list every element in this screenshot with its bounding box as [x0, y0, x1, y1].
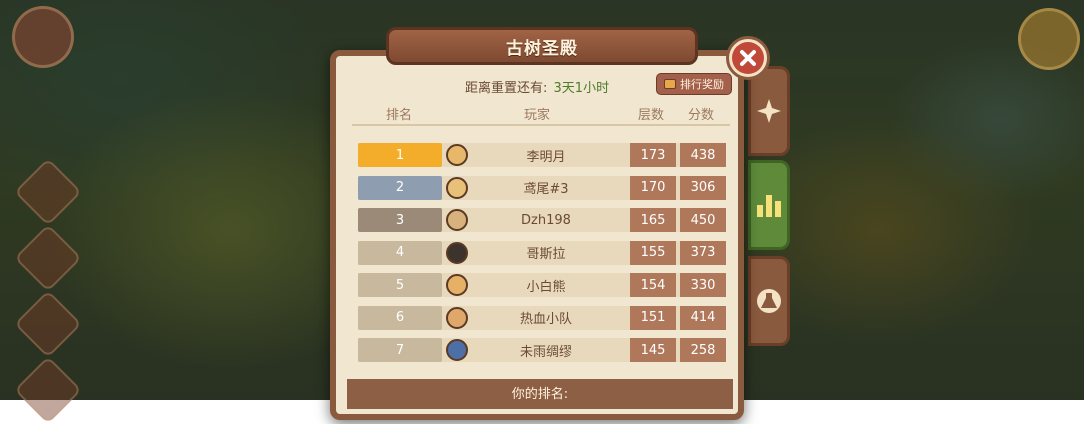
table-row[interactable]: 4 哥斯拉 155 373: [356, 240, 728, 265]
compass-star-icon: [757, 99, 781, 123]
header-player: 玩家: [524, 108, 551, 123]
header-rank: 排名: [386, 108, 413, 123]
table-row[interactable]: 3 Dzh198 165 450: [356, 208, 728, 232]
rank-cell: 4: [358, 240, 442, 265]
chest-icon: [664, 79, 676, 89]
top-right-badge-icon[interactable]: [1018, 8, 1080, 70]
player-avatar[interactable]: [446, 241, 468, 264]
reset-value: 3天1小时: [553, 81, 610, 96]
header-layers: 层数: [638, 108, 665, 123]
reset-timer: 距离重置还有: 3天1小时: [465, 77, 609, 96]
your-rank-bar: 你的排名:: [347, 379, 733, 409]
player-name: 未雨绸缪: [519, 344, 572, 360]
ranking-reward-label: 排行奖励: [680, 78, 724, 91]
player-name: 李明月: [526, 149, 566, 165]
player-avatar[interactable]: [446, 274, 468, 296]
podium-icon: [757, 195, 781, 217]
table-row[interactable]: 2 鸢尾#3 170 306: [356, 175, 728, 200]
title-ribbon: 古树圣殿: [386, 27, 698, 65]
score-cell: 373: [680, 240, 726, 265]
player-avatar[interactable]: [446, 144, 468, 166]
layers-cell: 173: [630, 143, 676, 167]
rank-cell: 1: [358, 143, 442, 167]
rank-cell: 6: [358, 305, 442, 330]
player-avatar[interactable]: [446, 339, 468, 361]
layers-cell: 151: [630, 305, 676, 330]
rank-cell: 3: [358, 208, 442, 232]
player-avatar[interactable]: [446, 209, 468, 231]
table-row[interactable]: 5 小白熊 154 330: [356, 273, 728, 297]
panel-title: 古树圣殿: [506, 38, 578, 59]
close-button[interactable]: [726, 36, 770, 80]
score-cell: 306: [680, 175, 726, 200]
layers-cell: 155: [630, 240, 676, 265]
tab-ranking[interactable]: [748, 160, 790, 250]
rank-cell: 5: [358, 273, 442, 297]
your-rank-label: 你的排名:: [511, 387, 569, 402]
player-avatar[interactable]: [446, 176, 468, 199]
player-name: 热血小队: [519, 312, 572, 327]
header-score: 分数: [688, 108, 715, 123]
header-divider: [352, 124, 730, 126]
score-cell: 330: [680, 273, 726, 297]
score-cell: 414: [680, 305, 726, 330]
table-row[interactable]: 1 李明月 173 438: [356, 143, 728, 167]
layers-cell: 154: [630, 273, 676, 297]
score-cell: 438: [680, 143, 726, 167]
player-name: 鸢尾#3: [523, 182, 569, 197]
tab-flask[interactable]: [748, 256, 790, 346]
table-row[interactable]: 7 未雨绸缪 145 258: [356, 338, 728, 362]
reset-label: 距离重置还有:: [465, 81, 548, 96]
player-avatar[interactable]: [446, 306, 468, 329]
tab-compass[interactable]: [748, 66, 790, 156]
score-cell: 258: [680, 338, 726, 362]
rank-cell: 2: [358, 175, 442, 200]
layers-cell: 145: [630, 338, 676, 362]
player-name: 哥斯拉: [526, 247, 566, 262]
rank-cell: 7: [358, 338, 442, 362]
layers-cell: 170: [630, 175, 676, 200]
top-left-badge-icon[interactable]: [12, 6, 74, 68]
flask-icon: [757, 289, 781, 313]
table-row[interactable]: 6 热血小队 151 414: [356, 305, 728, 330]
layers-cell: 165: [630, 208, 676, 232]
score-cell: 450: [680, 208, 726, 232]
close-icon: [732, 42, 764, 74]
player-name: 小白熊: [526, 279, 566, 295]
ranking-reward-button[interactable]: 排行奖励: [656, 73, 732, 95]
player-name: Dzh198: [521, 212, 571, 228]
